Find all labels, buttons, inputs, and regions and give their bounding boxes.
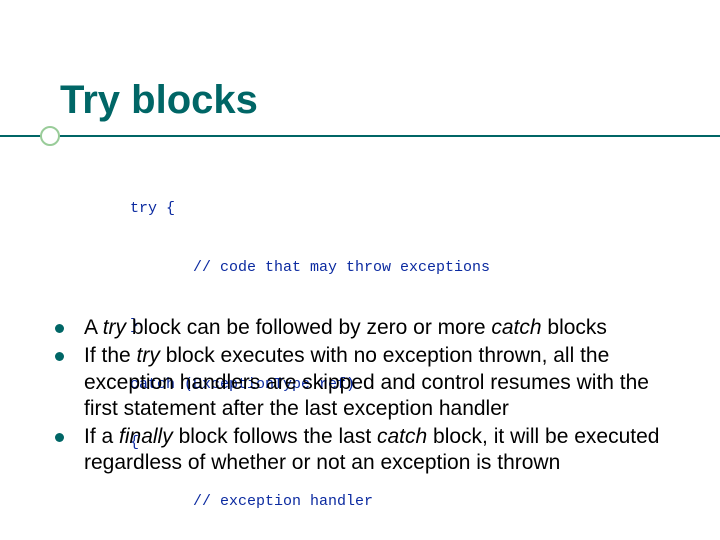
text-run: If the xyxy=(84,344,137,367)
text-run: block can be followed by zero or more xyxy=(126,316,491,339)
bullet-text: If a finally block follows the last catc… xyxy=(84,424,680,477)
list-item: If a finally block follows the last catc… xyxy=(55,424,680,477)
title-underline xyxy=(0,135,720,137)
text-italic: catch xyxy=(377,425,427,448)
title-accent-circle xyxy=(40,126,60,146)
bullet-list: A try block can be followed by zero or m… xyxy=(55,315,680,479)
code-line: // code that may throw exceptions xyxy=(130,258,490,278)
slide-title: Try blocks xyxy=(60,78,258,123)
bullet-text: If the try block executes with no except… xyxy=(84,343,680,422)
code-line: // exception handler xyxy=(130,492,490,512)
text-italic: try xyxy=(103,316,126,339)
list-item: If the try block executes with no except… xyxy=(55,343,680,422)
bullet-icon xyxy=(55,433,64,442)
slide: Try blocks try { // code that may throw … xyxy=(0,0,720,540)
text-run: blocks xyxy=(542,316,607,339)
bullet-icon xyxy=(55,352,64,361)
text-run: If a xyxy=(84,425,119,448)
list-item: A try block can be followed by zero or m… xyxy=(55,315,680,341)
bullet-icon xyxy=(55,324,64,333)
text-run: block executes with no exception thrown,… xyxy=(84,344,649,420)
text-run: block follows the last xyxy=(173,425,377,448)
text-italic: catch xyxy=(491,316,541,339)
code-line: try { xyxy=(130,199,490,219)
bullet-text: A try block can be followed by zero or m… xyxy=(84,315,607,341)
text-italic: try xyxy=(137,344,160,367)
text-italic: finally xyxy=(119,425,173,448)
text-run: A xyxy=(84,316,103,339)
